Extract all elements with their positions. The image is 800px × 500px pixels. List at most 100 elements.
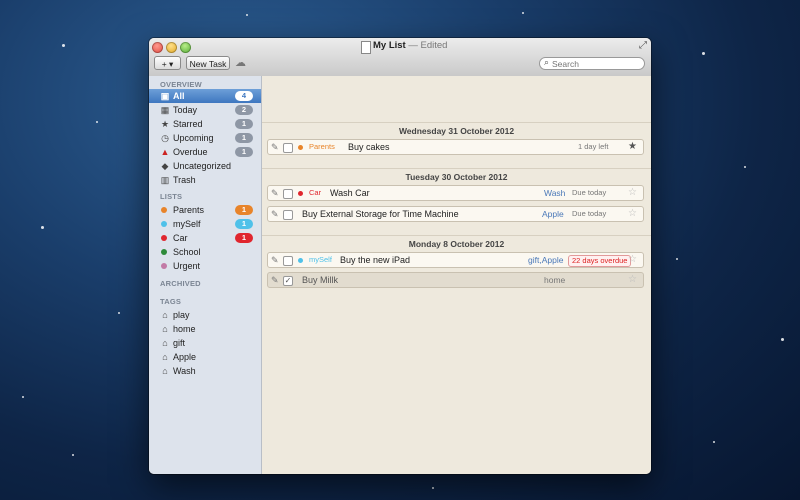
cloud-sync-icon[interactable]: ☁ (235, 56, 246, 69)
wrench-icon[interactable]: ✎ (271, 140, 279, 154)
task-tags[interactable]: Apple (542, 207, 564, 221)
inbox-icon: ▣ (160, 91, 170, 101)
task-checkbox[interactable] (283, 256, 293, 266)
task-row[interactable]: ✎ ✓ Buy Millk home ☆ (267, 272, 644, 288)
task-checkbox[interactable] (283, 189, 293, 199)
star-icon[interactable]: ☆ (628, 207, 637, 221)
window-title-separator: — (408, 40, 418, 51)
star-icon: ★ (160, 119, 170, 129)
window-title-text: My List (373, 40, 406, 51)
clock-icon: ◷ (161, 133, 169, 143)
sidebar-item-label: Parents (173, 205, 205, 215)
list-color-dot (161, 263, 167, 269)
sidebar-item-label: mySelf (173, 219, 201, 229)
list-color-dot (161, 221, 167, 227)
sidebar-item-urgent[interactable]: Urgent (149, 259, 261, 273)
star-icon[interactable]: ☆ (628, 253, 637, 267)
sidebar-item-all[interactable]: ▣ All 4 (149, 89, 261, 103)
task-checkbox[interactable] (283, 143, 293, 153)
sidebar-item-label: Uncategorized (173, 161, 232, 171)
count-badge: 1 (235, 147, 253, 157)
wrench-icon[interactable]: ✎ (271, 253, 279, 267)
overdue-badge: 22 days overdue (568, 255, 632, 267)
tags-section-title: TAGS (160, 297, 182, 306)
app-window: My List — Edited ⤢ + ▾ New Task ☁ ⌕ OVER… (149, 38, 651, 474)
task-list-label: Car (309, 188, 322, 197)
task-title[interactable]: Buy Millk (302, 273, 338, 287)
tag-icon: ⌂ (162, 310, 168, 320)
star-icon[interactable]: ☆ (628, 186, 637, 200)
minimize-button[interactable] (166, 42, 177, 53)
task-checkbox-checked[interactable]: ✓ (283, 276, 293, 286)
sidebar-item-label: Urgent (173, 261, 201, 271)
task-tags[interactable]: home (544, 273, 565, 287)
task-checkbox[interactable] (283, 210, 293, 220)
sidebar-item-label: All (173, 91, 185, 101)
sidebar-item-starred[interactable]: ★ Starred 1 (149, 117, 261, 131)
task-row[interactable]: ✎ mySelf Buy the new iPad gift,Apple 22 … (267, 252, 644, 268)
task-tags[interactable]: gift,Apple (528, 253, 563, 267)
sidebar-item-trash[interactable]: ▥ Trash (149, 173, 261, 187)
list-color-dot (161, 249, 167, 255)
wrench-icon[interactable]: ✎ (271, 207, 279, 221)
zoom-button[interactable] (180, 42, 191, 53)
sidebar-item-today[interactable]: ▦ Today 2 (149, 103, 261, 117)
sidebar-item-label: Overdue (173, 147, 208, 157)
sidebar-tag-apple[interactable]: ⌂ Apple (149, 350, 261, 364)
warning-icon: ▲ (160, 147, 170, 157)
count-badge: 1 (235, 119, 253, 129)
search-input[interactable] (552, 58, 640, 69)
task-row[interactable]: ✎ Car Wash Car Wash Due today ☆ (267, 185, 644, 201)
sidebar-item-label: Today (173, 105, 198, 115)
document-icon (361, 41, 371, 54)
window-title: My List — Edited (373, 40, 447, 51)
new-task-button[interactable]: New Task (186, 56, 230, 70)
wrench-icon[interactable]: ✎ (271, 186, 279, 200)
task-due: Due today (572, 209, 607, 218)
sidebar-item-label: play (173, 310, 190, 320)
close-button[interactable] (152, 42, 163, 53)
task-title[interactable]: Buy External Storage for Time Machine (302, 207, 459, 221)
sidebar-tag-gift[interactable]: ⌂ gift (149, 336, 261, 350)
titlebar: My List — Edited ⤢ + ▾ New Task ☁ ⌕ (149, 38, 651, 77)
sidebar-tag-play[interactable]: ⌂ play (149, 308, 261, 322)
task-title[interactable]: Buy cakes (348, 140, 390, 154)
archived-section-title[interactable]: ARCHIVED (160, 279, 201, 288)
pin-icon: ◆ (161, 161, 169, 171)
window-edited-label: Edited (420, 40, 448, 51)
sidebar-item-car[interactable]: Car 1 (149, 231, 261, 245)
count-badge: 1 (235, 233, 253, 243)
add-menu-button[interactable]: + ▾ (154, 56, 181, 70)
sidebar-item-upcoming[interactable]: ◷ Upcoming 1 (149, 131, 261, 145)
task-row[interactable]: ✎ Parents Buy cakes 1 day left ★ (267, 139, 644, 155)
sidebar-item-label: Car (173, 233, 188, 243)
sidebar-item-parents[interactable]: Parents 1 (149, 203, 261, 217)
sidebar-item-school[interactable]: School (149, 245, 261, 259)
list-color-dot (298, 258, 303, 263)
task-row[interactable]: ✎ Buy External Storage for Time Machine … (267, 206, 644, 222)
sidebar-item-label: Upcoming (173, 133, 214, 143)
fullscreen-icon[interactable]: ⤢ (639, 40, 647, 51)
task-title[interactable]: Wash Car (330, 186, 370, 200)
date-header: Monday 8 October 2012 (262, 235, 651, 252)
tag-icon: ⌂ (162, 352, 168, 362)
sidebar-item-label: Trash (173, 175, 196, 185)
count-badge: 1 (235, 219, 253, 229)
sidebar-item-myself[interactable]: mySelf 1 (149, 217, 261, 231)
sidebar-item-label: Starred (173, 119, 203, 129)
count-badge: 2 (235, 105, 253, 115)
sidebar-item-uncategorized[interactable]: ◆ Uncategorized (149, 159, 261, 173)
date-header: Tuesday 30 October 2012 (262, 168, 651, 185)
overview-section-title: OVERVIEW (160, 80, 202, 89)
wrench-icon[interactable]: ✎ (271, 273, 279, 287)
sidebar-tag-home[interactable]: ⌂ home (149, 322, 261, 336)
search-field[interactable]: ⌕ (539, 57, 645, 70)
star-icon[interactable]: ★ (628, 140, 637, 154)
list-color-dot (161, 235, 167, 241)
sidebar-item-label: School (173, 247, 201, 257)
task-title[interactable]: Buy the new iPad (340, 253, 410, 267)
sidebar-item-overdue[interactable]: ▲ Overdue 1 (149, 145, 261, 159)
sidebar-tag-wash[interactable]: ⌂ Wash (149, 364, 261, 378)
task-tags[interactable]: Wash (544, 186, 565, 200)
star-icon[interactable]: ☆ (628, 273, 637, 287)
